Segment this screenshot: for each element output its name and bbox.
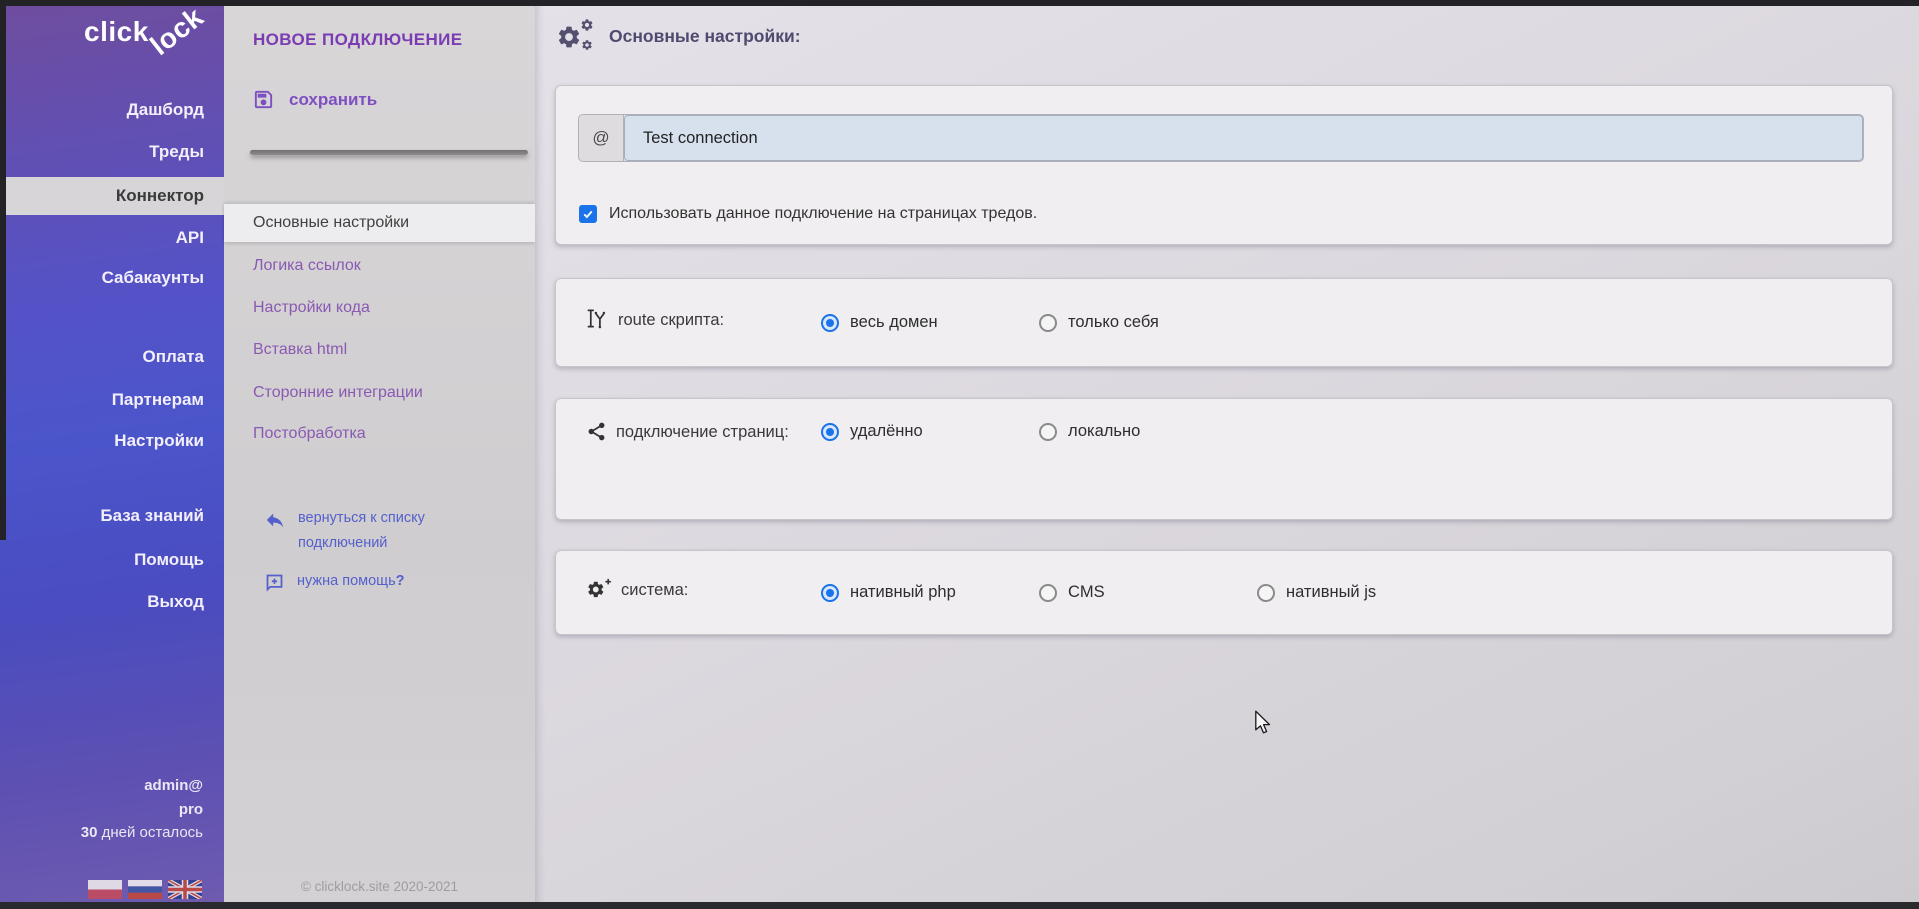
check-icon	[582, 208, 594, 220]
route-card: route скрипта: весь домен только себя	[555, 278, 1893, 367]
at-sign: @	[592, 128, 609, 148]
logo-text-click: click	[84, 16, 149, 48]
system-row: система: нативный php CMS нативный js	[556, 551, 1892, 634]
page-title: Основные настройки:	[609, 26, 801, 47]
panel-menu-basic-settings[interactable]: Основные настройки	[224, 204, 535, 242]
use-on-threads-checkbox[interactable]	[579, 205, 597, 223]
connection-name-input[interactable]	[624, 115, 1863, 161]
back-link-label: вернуться к списку подключений	[298, 506, 468, 556]
clicklock-logo[interactable]: click lock	[0, 0, 224, 70]
use-on-threads-row: Использовать данное подключение на стран…	[579, 205, 1037, 223]
gears-icon	[556, 18, 596, 54]
gear-plus-icon	[586, 578, 612, 608]
page-connection-label: подключение страниц:	[586, 419, 821, 450]
radio-local[interactable]	[1039, 423, 1057, 441]
sidebar-item-payment[interactable]: Оплата	[0, 342, 224, 372]
radio-option-whole-domain[interactable]: весь домен	[821, 313, 1039, 332]
radio-native-php[interactable]	[821, 584, 839, 602]
language-switcher	[88, 880, 202, 899]
sidebar-item-connector[interactable]: Коннектор	[0, 177, 224, 215]
radio-remote[interactable]	[821, 423, 839, 441]
need-help-link[interactable]: нужна помощь?	[264, 570, 467, 593]
radio-option-only-self[interactable]: только себя	[1039, 313, 1257, 332]
russia-flag[interactable]	[128, 880, 162, 899]
user-plan: pro	[0, 801, 224, 818]
sidebar-item-threads[interactable]: Треды	[0, 137, 224, 167]
copyright-footer: © clicklock.site 2020-2021	[224, 879, 535, 894]
panel-menu-link-logic[interactable]: Логика ссылок	[224, 251, 535, 281]
radio-cms[interactable]	[1039, 584, 1057, 602]
sidebar-item-subaccounts[interactable]: Сабакаунты	[0, 263, 224, 293]
sidebar-item-logout[interactable]: Выход	[0, 587, 224, 617]
system-card: система: нативный php CMS нативный js	[555, 550, 1893, 635]
at-addon: @	[579, 115, 624, 161]
days-number: 30	[81, 824, 98, 841]
connection-name-group: @	[578, 114, 1864, 162]
radio-option-native-php[interactable]: нативный php	[821, 583, 1039, 602]
poland-flag[interactable]	[88, 880, 122, 899]
logo-text-lock: lock	[144, 1, 209, 62]
route-label: route скрипта:	[586, 307, 821, 338]
comment-plus-icon	[264, 572, 285, 593]
app-window: click lock Дашборд Треды Коннектор API С…	[0, 0, 1919, 909]
secondary-panel: НОВОЕ ПОДКЛЮЧЕНИЕ сохранить Основные нас…	[224, 0, 535, 909]
main-header: Основные настройки:	[556, 18, 801, 54]
route-icon	[586, 307, 609, 338]
system-label: система:	[586, 577, 821, 608]
save-button-label: сохранить	[289, 90, 377, 110]
undo-arrow-icon	[264, 509, 286, 531]
radio-option-local[interactable]: локально	[1039, 422, 1257, 441]
back-to-connections-link[interactable]: вернуться к списку подключений	[264, 506, 468, 556]
panel-menu-integrations[interactable]: Сторонние интеграции	[224, 378, 535, 408]
connection-name-card: @ Использовать данное подключение на стр…	[555, 85, 1893, 245]
days-text: дней осталось	[102, 824, 203, 841]
help-link-label: нужна помощь?	[297, 570, 467, 593]
radio-option-cms[interactable]: CMS	[1039, 583, 1257, 602]
sidebar-item-settings[interactable]: Настройки	[0, 426, 224, 456]
panel-menu-code-settings[interactable]: Настройки кода	[224, 293, 535, 323]
save-icon	[252, 88, 275, 111]
panel-menu-html-insert[interactable]: Вставка html	[224, 335, 535, 365]
video-edge-left	[0, 0, 6, 540]
page-connection-row: подключение страниц: удалённо локально	[556, 399, 1892, 519]
route-row: route скрипта: весь домен только себя	[556, 279, 1892, 366]
user-email: admin@	[0, 777, 224, 794]
panel-divider	[250, 150, 528, 155]
page-connection-card: подключение страниц: удалённо локально	[555, 398, 1893, 520]
panel-menu-postprocessing[interactable]: Постобработка	[224, 419, 535, 449]
sidebar-item-help[interactable]: Помощь	[0, 545, 224, 575]
user-days-left: 30 дней осталось	[0, 824, 224, 841]
share-icon	[586, 421, 607, 450]
uk-flag[interactable]	[168, 880, 202, 899]
sidebar-item-partners[interactable]: Партнерам	[0, 385, 224, 415]
save-button[interactable]: сохранить	[252, 88, 377, 111]
radio-only-self[interactable]	[1039, 314, 1057, 332]
radio-whole-domain[interactable]	[821, 314, 839, 332]
radio-option-remote[interactable]: удалённо	[821, 422, 1039, 441]
sidebar: click lock Дашборд Треды Коннектор API С…	[0, 0, 224, 909]
panel-title: НОВОЕ ПОДКЛЮЧЕНИЕ	[253, 30, 463, 50]
radio-option-native-js[interactable]: нативный js	[1257, 583, 1475, 602]
video-edge-bottom	[0, 902, 1919, 909]
sidebar-item-api[interactable]: API	[0, 223, 224, 253]
main-content: Основные настройки: @ Использовать данно…	[535, 0, 1919, 909]
video-edge-top	[0, 0, 1919, 6]
sidebar-item-knowledge-base[interactable]: База знаний	[0, 501, 224, 531]
radio-native-js[interactable]	[1257, 584, 1275, 602]
use-on-threads-label: Использовать данное подключение на стран…	[609, 205, 1037, 223]
sidebar-item-dashboard[interactable]: Дашборд	[0, 95, 224, 125]
